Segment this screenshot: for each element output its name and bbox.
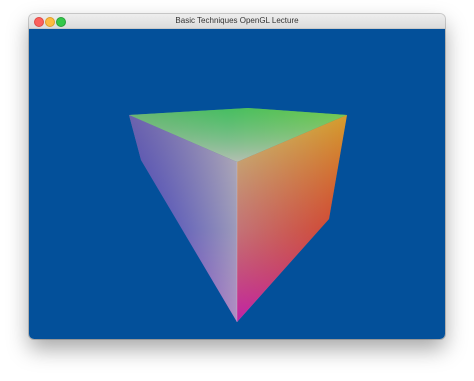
app-window: Basic Techniques OpenGL Lecture: [29, 14, 445, 339]
opengl-viewport[interactable]: [29, 29, 445, 339]
title-bar: Basic Techniques OpenGL Lecture: [29, 14, 445, 29]
window-title: Basic Techniques OpenGL Lecture: [175, 16, 299, 25]
cube-render: [29, 29, 445, 339]
